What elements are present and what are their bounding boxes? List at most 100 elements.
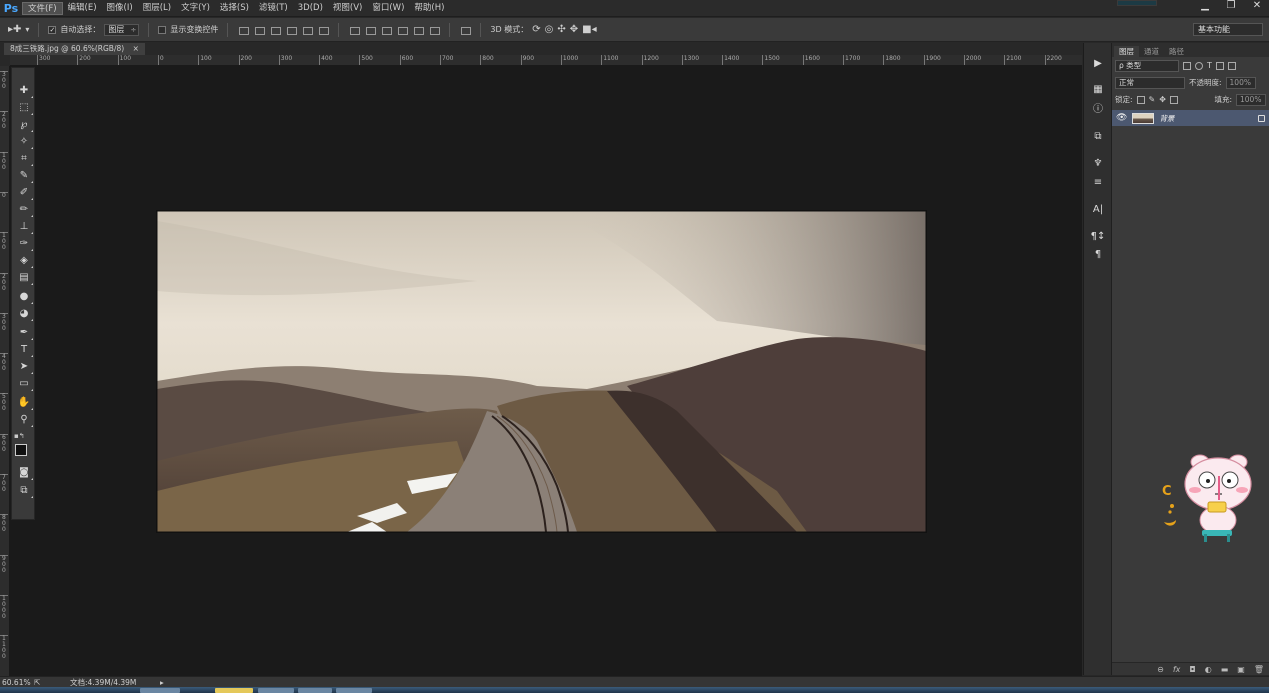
magic-wand-tool-icon[interactable]: ✧ [15,135,33,149]
tab-paths[interactable]: 路径 [1164,46,1189,57]
blend-mode-dropdown[interactable]: 正常 [1115,76,1185,89]
workspace-dropdown[interactable]: 基本功能 [1193,23,1263,36]
brush-presets-icon[interactable]: ♆ [1090,157,1106,171]
distribute-left-icon[interactable] [396,24,409,36]
filter-type-icon[interactable]: T [1207,61,1212,70]
menu-item[interactable]: 文字(Y) [176,2,215,15]
3d-slide-icon[interactable]: ✥ [570,24,578,35]
3d-pan-icon[interactable]: ✣ [557,24,565,35]
info-icon[interactable]: ⓘ [1090,103,1106,117]
crop-tool-icon[interactable]: ⌗ [15,152,33,166]
blur-tool-icon[interactable]: ● [15,290,33,304]
tab-close-icon[interactable]: × [133,44,139,53]
hand-tool-icon[interactable]: ✋ [15,396,33,410]
move-tool-icon[interactable]: ▸✚ [8,24,21,35]
folder-icon[interactable]: ▬ [1221,665,1229,674]
marquee-tool-icon[interactable]: ⬚ [15,101,33,115]
move-tool-icon[interactable]: ✚ [15,84,33,98]
distribute-bottom-icon[interactable] [380,24,393,36]
foreground-color-swatch[interactable] [15,444,27,456]
menu-item[interactable]: 文件(F) [22,1,63,15]
menu-item[interactable]: 窗口(W) [367,2,409,15]
tab-layers[interactable]: 图层 [1114,46,1139,57]
pen-tool-icon[interactable]: ✒ [15,326,33,340]
clone-stamp-tool-icon[interactable]: ⊥ [15,220,33,234]
taskbar-item[interactable] [336,688,372,693]
menu-item[interactable]: 图层(L) [138,2,176,15]
menu-item[interactable]: 3D(D) [293,2,328,15]
adjustment-icon[interactable]: ◐ [1205,665,1212,674]
minimize-button[interactable]: ▁ [1199,0,1211,11]
close-button[interactable]: ✕ [1251,0,1263,11]
paragraph-icon[interactable]: ¶ [1090,248,1106,262]
trash-icon[interactable]: 🗑 [1254,665,1264,674]
document-image[interactable] [157,211,926,532]
rectangle-tool-icon[interactable]: ▭ [15,377,33,391]
distribute-hcenter-icon[interactable] [412,24,425,36]
path-selection-tool-icon[interactable]: ➤ [15,360,33,374]
adjustments-icon[interactable]: ≡ [1090,176,1106,190]
fill-input[interactable]: 100% [1236,93,1266,106]
auto-align-icon[interactable] [459,24,472,36]
3d-rotate-icon[interactable]: ⟳ [532,24,540,35]
lock-transparent-icon[interactable] [1136,95,1145,104]
align-top-icon[interactable] [237,24,250,36]
lock-position-icon[interactable]: ✥ [1159,95,1166,104]
eye-visibility-icon[interactable]: 👁 [1116,113,1127,123]
mask-icon[interactable]: ◘ [1189,665,1195,674]
auto-select-dropdown[interactable]: 图层 [104,23,140,36]
eyedropper-tool-icon[interactable]: ✎ [15,169,33,183]
lasso-tool-icon[interactable]: ℘ [15,118,33,132]
play-action-icon[interactable]: ▶ [1090,57,1106,71]
filter-adjustment-icon[interactable] [1195,61,1203,70]
distribute-top-icon[interactable] [348,24,361,36]
tool-preset-dropdown[interactable]: ▾ [25,25,29,34]
opacity-input[interactable]: 100% [1225,76,1256,89]
menu-item[interactable]: 视图(V) [328,2,367,15]
taskbar-item[interactable] [215,688,253,693]
menu-item[interactable]: 编辑(E) [63,2,102,15]
gradient-tool-icon[interactable]: ▤ [15,271,33,285]
menu-item[interactable]: 帮助(H) [409,2,449,15]
healing-brush-tool-icon[interactable]: ✐ [15,186,33,200]
tab-channels[interactable]: 通道 [1139,46,1164,57]
history-brush-tool-icon[interactable]: ✑ [15,237,33,251]
history-icon[interactable]: ⧉ [1090,130,1106,144]
quick-mask-icon[interactable]: ◙ [15,466,33,480]
menu-item[interactable]: 图像(I) [102,2,138,15]
3d-scale-icon[interactable]: ■◂ [582,24,596,35]
filter-kind-dropdown[interactable]: ρ 类型 [1115,59,1179,72]
align-hcenter-icon[interactable] [301,24,314,36]
align-vcenter-icon[interactable] [253,24,266,36]
align-left-icon[interactable] [285,24,298,36]
restore-button[interactable]: ❐ [1225,0,1237,11]
type-tool-icon[interactable]: T [15,343,33,357]
menu-item[interactable]: 滤镜(T) [254,2,293,15]
taskbar-item[interactable] [298,688,332,693]
paragraph-styles-icon[interactable]: ¶↕ [1090,230,1106,244]
auto-select-checkbox[interactable]: ✓ [48,25,57,34]
align-right-icon[interactable] [317,24,330,36]
show-transform-checkbox[interactable] [158,25,167,34]
taskbar-item[interactable] [258,688,294,693]
distribute-right-icon[interactable] [428,24,441,36]
filter-pixel-icon[interactable] [1183,61,1191,70]
zoom-tool-icon[interactable]: ⚲ [15,413,33,427]
lock-all-icon[interactable] [1169,95,1178,104]
eraser-tool-icon[interactable]: ◈ [15,254,33,268]
canvas-area[interactable] [10,66,1082,676]
distribute-vcenter-icon[interactable] [364,24,377,36]
menu-item[interactable]: 选择(S) [215,2,254,15]
dodge-tool-icon[interactable]: ◕ [15,307,33,321]
default-colors-icon[interactable]: ▪↰ [14,432,25,440]
taskbar-item[interactable] [140,688,180,693]
filter-smart-icon[interactable] [1227,61,1236,70]
3d-roll-icon[interactable]: ◎ [545,24,554,35]
fx-icon[interactable]: fx [1173,665,1181,674]
brush-tool-icon[interactable]: ✏ [15,203,33,217]
align-bottom-icon[interactable] [269,24,282,36]
filter-shape-icon[interactable] [1215,61,1224,70]
lock-image-icon[interactable]: ✎ [1149,95,1156,104]
document-tab[interactable]: 8成三铁路.jpg @ 60.6%(RGB/8) × [4,43,145,55]
screen-mode-icon[interactable]: ⧉ [15,484,33,498]
